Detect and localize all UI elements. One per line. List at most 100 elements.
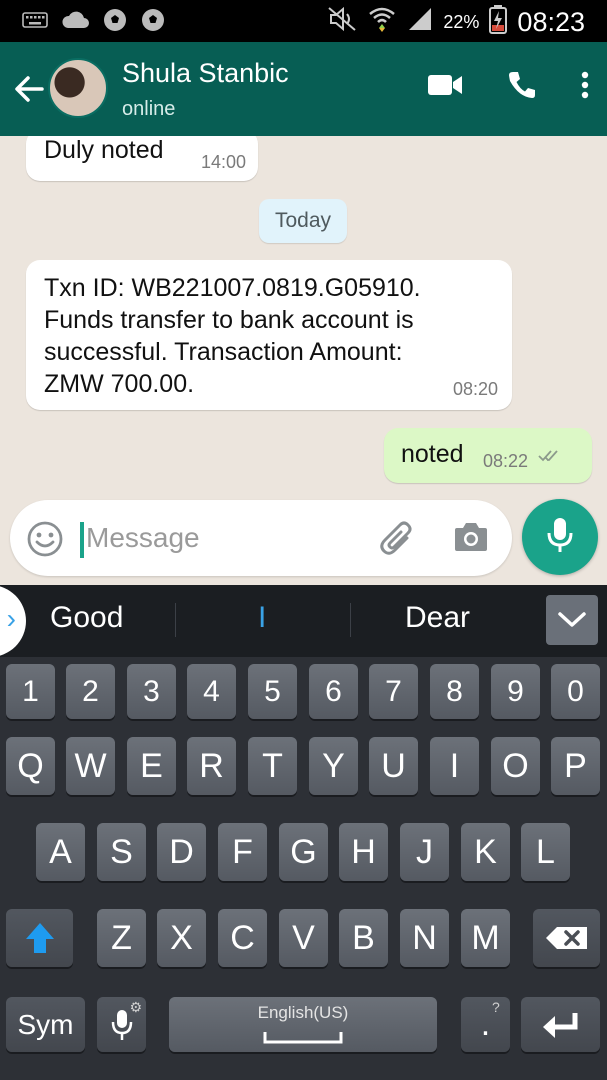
attachment-icon[interactable] xyxy=(380,518,416,563)
key-n[interactable]: N xyxy=(400,909,449,967)
shift-key[interactable] xyxy=(6,909,73,967)
enter-arrow-icon xyxy=(542,1012,577,1038)
message-text: Txn ID: WB221007.0819.G05910. Funds tran… xyxy=(44,272,464,400)
message-input[interactable] xyxy=(86,514,366,562)
suggestion-divider xyxy=(350,603,351,637)
voice-input-key[interactable]: ⚙ xyxy=(97,997,146,1052)
suggestion-expand-handle[interactable]: › xyxy=(0,585,26,657)
chevron-down-icon xyxy=(558,612,586,627)
message-line: ZMW 700.00. xyxy=(44,370,195,398)
avatar[interactable] xyxy=(48,58,108,118)
key-h[interactable]: H xyxy=(339,823,388,881)
key-9[interactable]: 9 xyxy=(491,664,540,719)
shift-arrow-icon xyxy=(25,923,54,953)
suggestion-word[interactable]: Dear xyxy=(405,601,470,635)
key-k[interactable]: K xyxy=(461,823,510,881)
message-line: Txn ID: WB221007.0819.G05910. xyxy=(44,274,421,302)
key-2[interactable]: 2 xyxy=(66,664,115,719)
hide-keyboard-button[interactable] xyxy=(546,595,598,645)
key-d[interactable]: D xyxy=(157,823,206,881)
key-4[interactable]: 4 xyxy=(187,664,236,719)
key-w[interactable]: W xyxy=(66,737,115,795)
suggestion-bar: › Good I Dear xyxy=(0,585,607,657)
emoji-icon[interactable] xyxy=(26,520,64,563)
key-b[interactable]: B xyxy=(339,909,388,967)
signal-icon xyxy=(407,6,433,39)
contact-name[interactable]: Shula Stanbic xyxy=(122,58,289,89)
key-f[interactable]: F xyxy=(218,823,267,881)
suggestion-word[interactable]: Good xyxy=(50,601,123,635)
key-y[interactable]: Y xyxy=(309,737,358,795)
key-x[interactable]: X xyxy=(157,909,206,967)
settings-hint-icon: ⚙ xyxy=(129,999,142,1015)
key-6[interactable]: 6 xyxy=(309,664,358,719)
key-r[interactable]: R xyxy=(187,737,236,795)
status-bar: 22% 08:23 xyxy=(0,0,607,42)
clock: 08:23 xyxy=(517,7,585,37)
key-m[interactable]: M xyxy=(461,909,510,967)
phone-call-icon[interactable] xyxy=(507,70,537,105)
enter-key[interactable] xyxy=(521,997,600,1052)
key-e[interactable]: E xyxy=(127,737,176,795)
mute-icon xyxy=(327,6,357,39)
voice-record-button[interactable] xyxy=(522,499,598,575)
key-0[interactable]: 0 xyxy=(551,664,600,719)
key-o[interactable]: O xyxy=(491,737,540,795)
backspace-icon xyxy=(545,927,587,949)
period-key[interactable]: . xyxy=(461,997,510,1052)
key-p[interactable]: P xyxy=(551,737,600,795)
keyboard: 1 2 3 4 5 6 7 8 9 0 Q W E R T Y U I O P … xyxy=(0,657,607,1080)
message-text: Duly noted xyxy=(44,136,164,164)
key-a[interactable]: A xyxy=(36,823,85,881)
period-alt-hint: ? xyxy=(492,999,500,1015)
wifi-icon xyxy=(367,4,397,41)
key-z[interactable]: Z xyxy=(97,909,146,967)
message-time: 08:22 xyxy=(483,451,529,471)
key-5[interactable]: 5 xyxy=(248,664,297,719)
outgoing-message[interactable]: noted 08:22 xyxy=(384,428,592,483)
key-c[interactable]: C xyxy=(218,909,267,967)
message-line: Funds transfer to bank account is xyxy=(44,306,414,334)
back-arrow-icon[interactable] xyxy=(12,72,46,106)
key-1[interactable]: 1 xyxy=(6,664,55,719)
chat-header: Shula Stanbic online xyxy=(0,42,607,136)
message-line: successful. Transaction Amount: xyxy=(44,338,403,366)
suggestion-word[interactable]: I xyxy=(258,601,266,635)
key-3[interactable]: 3 xyxy=(127,664,176,719)
chat-area[interactable]: Duly noted 14:00 Today Txn ID: WB221007.… xyxy=(0,136,607,585)
key-q[interactable]: Q xyxy=(6,737,55,795)
key-j[interactable]: J xyxy=(400,823,449,881)
key-7[interactable]: 7 xyxy=(369,664,418,719)
key-l[interactable]: L xyxy=(521,823,570,881)
space-key[interactable]: English(US) xyxy=(169,997,437,1052)
chevron-right-icon: › xyxy=(6,603,16,634)
suggestion-divider xyxy=(175,603,176,637)
soccer-ball-icon xyxy=(140,7,166,38)
language-label: English(US) xyxy=(257,1003,349,1022)
soccer-ball-icon xyxy=(102,7,128,38)
keyboard-icon xyxy=(22,12,48,33)
backspace-key[interactable] xyxy=(533,909,600,967)
incoming-message[interactable]: Duly noted 14:00 xyxy=(26,136,258,181)
incoming-message[interactable]: Txn ID: WB221007.0819.G05910. Funds tran… xyxy=(26,260,512,410)
text-cursor xyxy=(80,522,84,558)
date-divider: Today xyxy=(259,199,347,243)
key-i[interactable]: I xyxy=(430,737,479,795)
battery-percent: 22% xyxy=(443,12,480,32)
cloud-icon xyxy=(60,10,90,35)
video-call-icon[interactable] xyxy=(427,73,463,102)
message-time: 14:00 xyxy=(200,152,246,172)
camera-icon[interactable] xyxy=(453,520,489,559)
message-text: noted xyxy=(401,440,464,468)
key-s[interactable]: S xyxy=(97,823,146,881)
more-options-icon[interactable] xyxy=(581,71,589,104)
sym-key[interactable]: Sym xyxy=(6,997,85,1052)
key-u[interactable]: U xyxy=(369,737,418,795)
double-check-icon xyxy=(537,448,565,469)
key-t[interactable]: T xyxy=(248,737,297,795)
key-8[interactable]: 8 xyxy=(430,664,479,719)
space-bar-icon xyxy=(263,1032,343,1044)
key-g[interactable]: G xyxy=(279,823,328,881)
key-v[interactable]: V xyxy=(279,909,328,967)
microphone-icon xyxy=(546,516,574,559)
